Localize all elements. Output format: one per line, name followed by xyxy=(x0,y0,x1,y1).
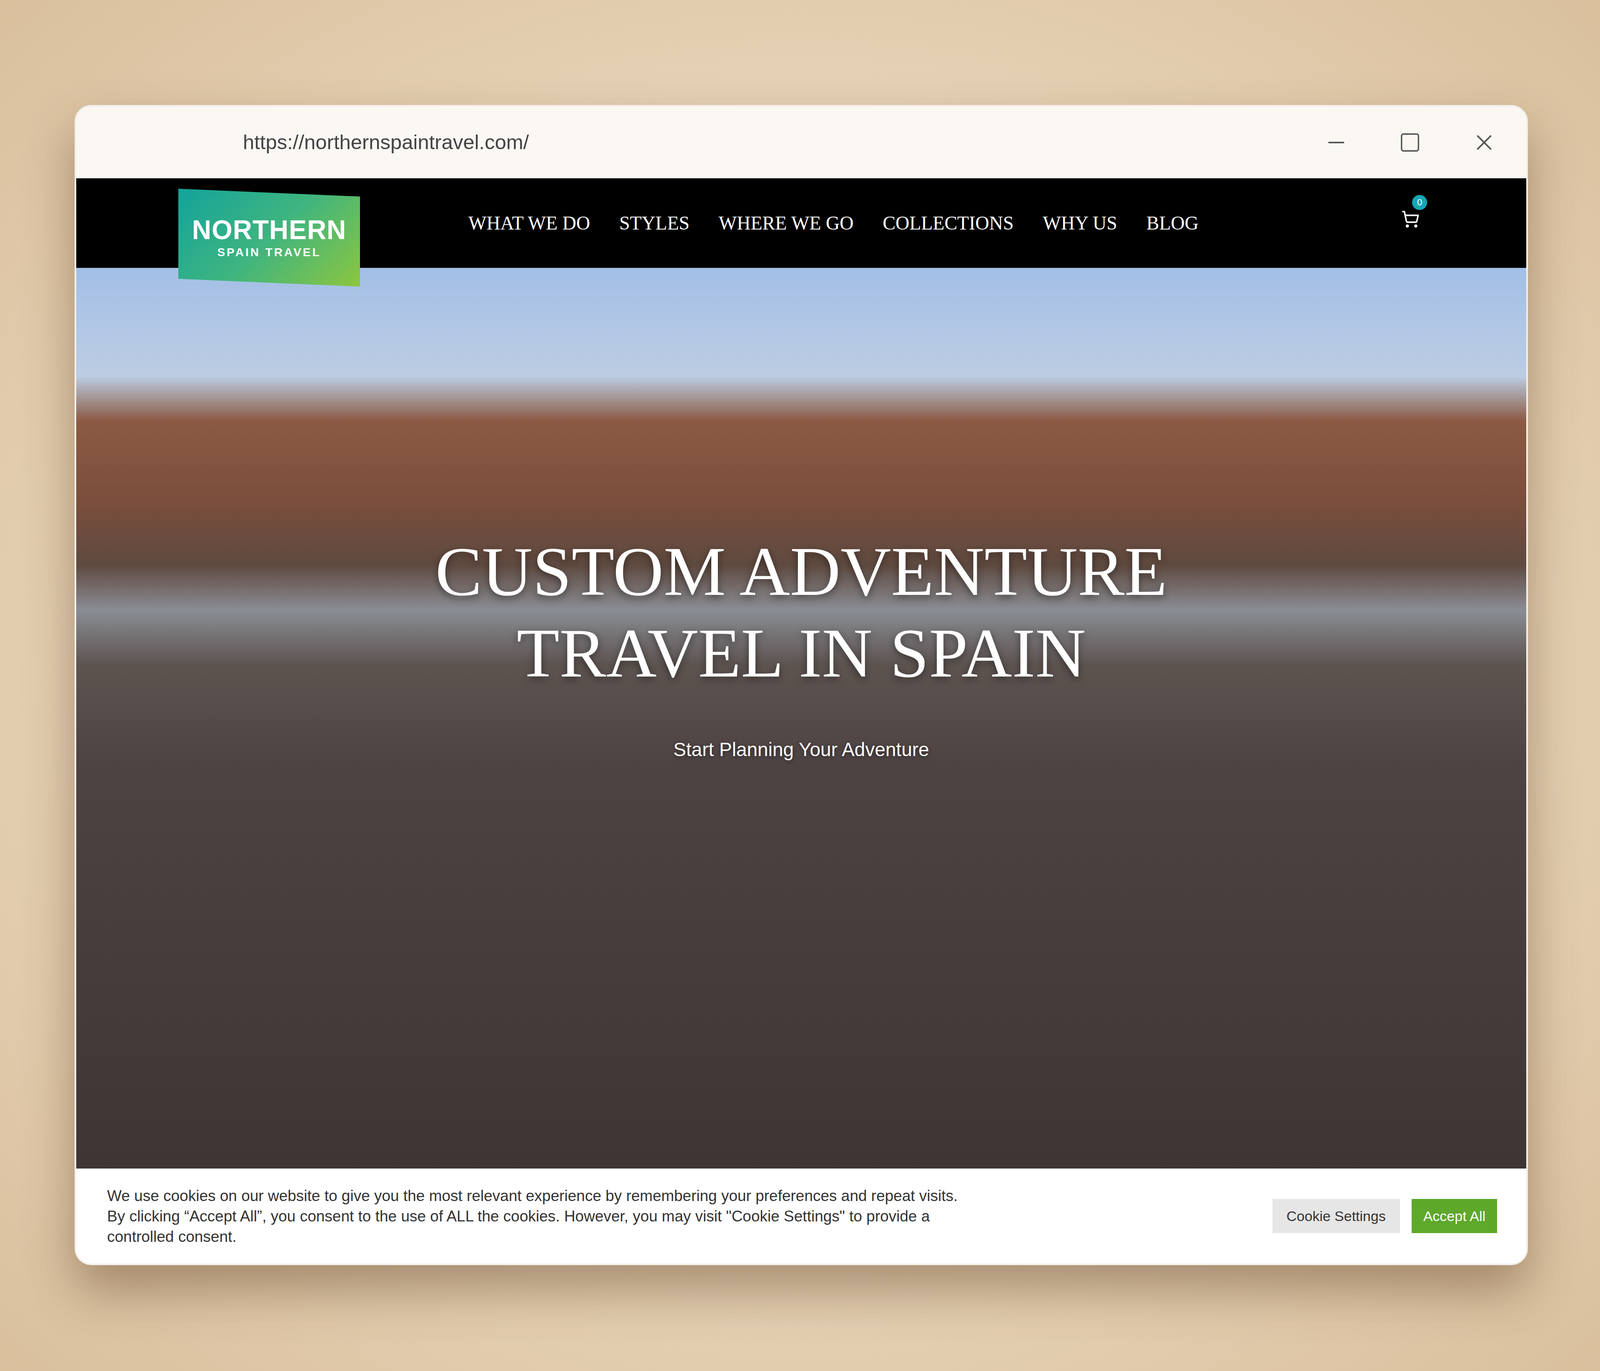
hero: CUSTOM ADVENTURETRAVEL IN SPAIN Start Pla… xyxy=(76,267,1527,1169)
logo[interactable]: NORTHERNSPAIN TRAVEL xyxy=(178,188,360,287)
hero-title-line: CUSTOM ADVENTURE xyxy=(435,530,1168,613)
url-text[interactable]: https://northernspaintravel.com/ xyxy=(242,127,529,158)
cart[interactable]: 0 xyxy=(1401,203,1427,229)
hero-title: CUSTOM ADVENTURETRAVEL IN SPAIN xyxy=(435,530,1168,694)
nav-item[interactable]: WHY US xyxy=(1042,208,1118,238)
nav-item[interactable]: WHAT WE DO xyxy=(468,208,590,238)
logo-tagline: SPAIN TRAVEL xyxy=(217,245,321,260)
cookie-text-line: We use cookies on our website to give yo… xyxy=(107,1185,1224,1207)
accept-all-button[interactable]: Accept All xyxy=(1411,1199,1498,1234)
cookie-text: We use cookies on our website to give yo… xyxy=(107,1185,1224,1248)
cookie-settings-button[interactable]: Cookie Settings xyxy=(1272,1199,1400,1234)
nav-item[interactable]: WHERE WE GO xyxy=(718,208,854,238)
nav-item[interactable]: COLLECTIONS xyxy=(882,208,1014,238)
title-bar: https://northernspaintravel.com/ xyxy=(76,106,1527,179)
cookie-buttons: Cookie Settings Accept All xyxy=(1272,1199,1498,1234)
hero-cta[interactable]: Start Planning Your Adventure xyxy=(673,735,930,765)
hero-title-line: TRAVEL IN SPAIN xyxy=(435,612,1168,694)
window-controls xyxy=(1323,129,1498,156)
main-nav: WHAT WE DO STYLES WHERE WE GO COLLECTIONS WH… xyxy=(468,178,1199,268)
cart-badge: 0 xyxy=(1412,195,1428,210)
browser-window: https://northernspaintravel.com/NORTHERN… xyxy=(74,105,1528,1266)
cookie-text-line: controlled consent. xyxy=(107,1226,1224,1248)
minimize-icon[interactable] xyxy=(1323,130,1349,155)
maximize-icon[interactable] xyxy=(1398,131,1422,154)
cookie-text-line: By clicking “Accept All”, you consent to… xyxy=(107,1206,1224,1227)
nav-item[interactable]: STYLES xyxy=(619,208,690,238)
cookie-banner: We use cookies on our website to give yo… xyxy=(76,1168,1527,1264)
cart-icon xyxy=(1401,210,1420,229)
nav-bar: NORTHERNSPAIN TRAVEL WHAT WE DO STYLES WHER… xyxy=(76,178,1527,268)
close-icon[interactable] xyxy=(1471,129,1498,156)
page: https://northernspaintravel.com/NORTHERN… xyxy=(0,0,1600,1371)
nav-item[interactable]: BLOG xyxy=(1146,208,1199,238)
logo-name: NORTHERN xyxy=(192,215,347,245)
